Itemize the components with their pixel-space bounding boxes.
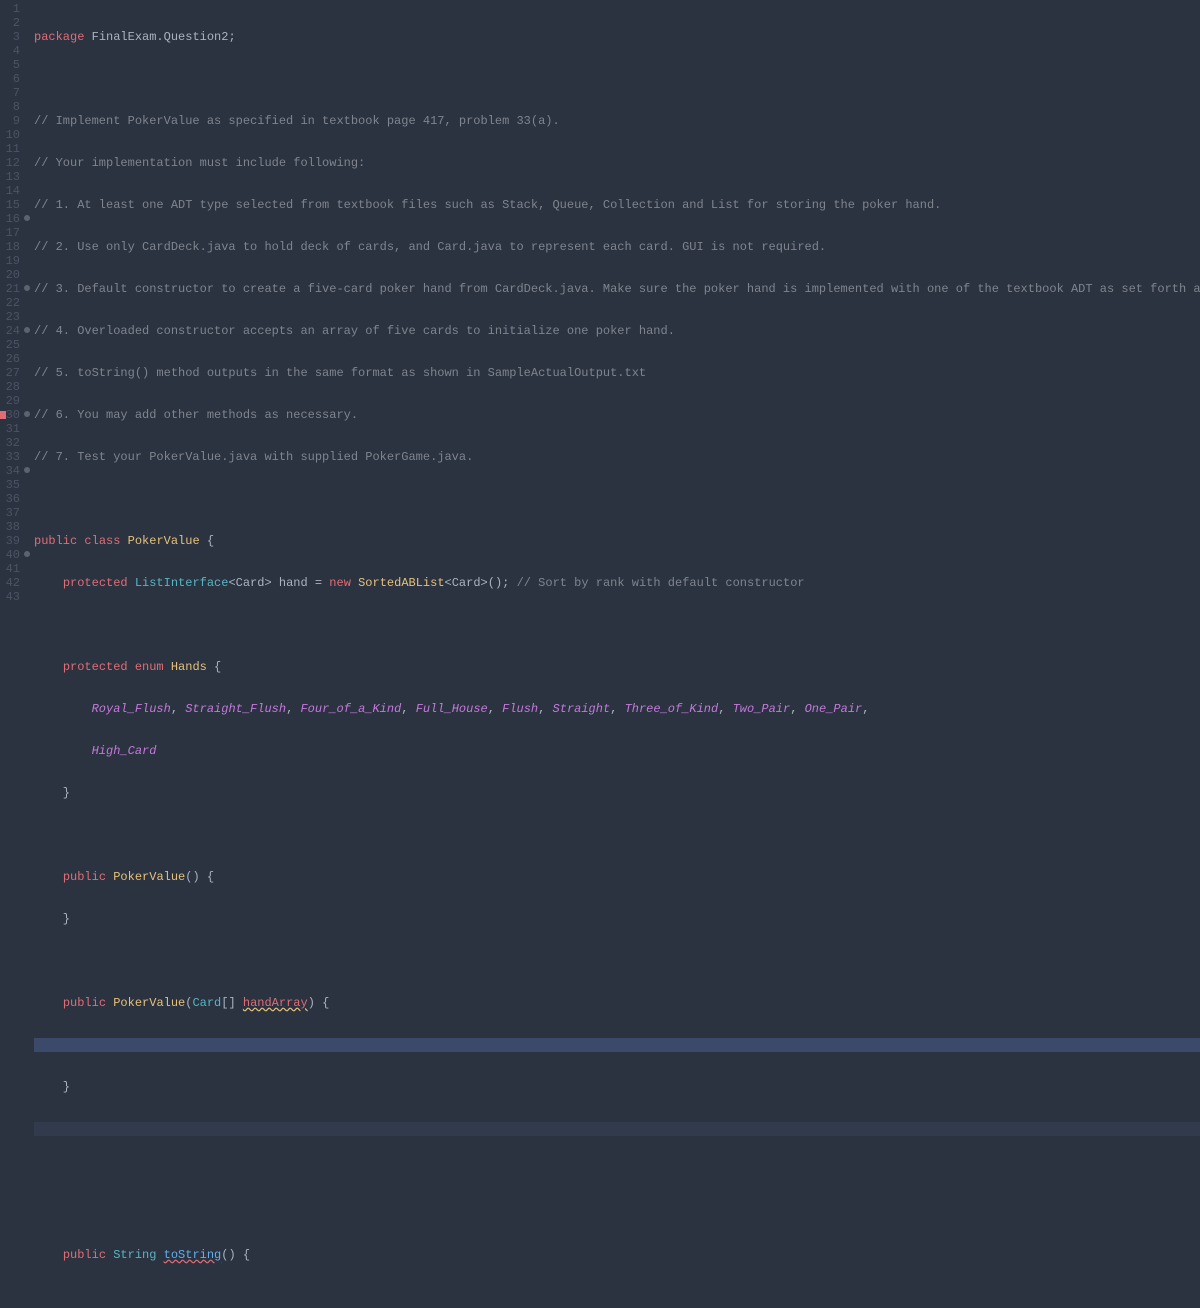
line-number: 37: [0, 506, 22, 520]
line-number: 6: [0, 72, 22, 86]
code-line[interactable]: public String toString() {: [34, 1248, 1200, 1262]
line-number: 41: [0, 562, 22, 576]
line-number: 17: [0, 226, 22, 240]
line-number: 16: [0, 212, 22, 226]
code-line[interactable]: Royal_Flush, Straight_Flush, Four_of_a_K…: [34, 702, 1200, 716]
code-line[interactable]: [34, 1122, 1200, 1136]
line-number: 25: [0, 338, 22, 352]
fold-marker-icon[interactable]: [24, 411, 30, 417]
line-number: 22: [0, 296, 22, 310]
code-line[interactable]: // 1. At least one ADT type selected fro…: [34, 198, 1200, 212]
line-number: 40: [0, 548, 22, 562]
line-number: 38: [0, 520, 22, 534]
fold-marker-icon[interactable]: [24, 327, 30, 333]
line-number: 13: [0, 170, 22, 184]
line-number: 36: [0, 492, 22, 506]
line-number: 30: [0, 408, 22, 422]
line-number: 34: [0, 464, 22, 478]
code-line[interactable]: package FinalExam.Question2;: [34, 30, 1200, 44]
code-line[interactable]: [34, 492, 1200, 506]
error-marker-icon[interactable]: [0, 411, 6, 419]
code-line[interactable]: [34, 1206, 1200, 1220]
code-line[interactable]: protected ListInterface<Card> hand = new…: [34, 576, 1200, 590]
line-number: 20: [0, 268, 22, 282]
code-area[interactable]: package FinalExam.Question2; // Implemen…: [26, 0, 1200, 654]
line-number: 27: [0, 366, 22, 380]
line-number: 32: [0, 436, 22, 450]
line-number: 3: [0, 30, 22, 44]
code-line[interactable]: // 2. Use only CardDeck.java to hold dec…: [34, 240, 1200, 254]
fold-marker-icon[interactable]: [24, 551, 30, 557]
code-line[interactable]: // 4. Overloaded constructor accepts an …: [34, 324, 1200, 338]
fold-marker-icon[interactable]: [24, 215, 30, 221]
code-line[interactable]: [34, 1290, 1200, 1304]
line-number: 23: [0, 310, 22, 324]
line-number: 2: [0, 16, 22, 30]
code-line[interactable]: [34, 828, 1200, 842]
code-line[interactable]: [34, 954, 1200, 968]
line-number: 28: [0, 380, 22, 394]
fold-marker-icon[interactable]: [24, 285, 30, 291]
line-number: 42: [0, 576, 22, 590]
line-number: 11: [0, 142, 22, 156]
code-line[interactable]: [34, 72, 1200, 86]
code-line[interactable]: public PokerValue(Card[] handArray) {: [34, 996, 1200, 1010]
line-number: 33: [0, 450, 22, 464]
line-number: 19: [0, 254, 22, 268]
line-number: 43: [0, 590, 22, 604]
line-number: 31: [0, 422, 22, 436]
line-number: 12: [0, 156, 22, 170]
code-line[interactable]: // Implement PokerValue as specified in …: [34, 114, 1200, 128]
line-number: 24: [0, 324, 22, 338]
line-number: 21: [0, 282, 22, 296]
line-number: 26: [0, 352, 22, 366]
code-line[interactable]: }: [34, 786, 1200, 800]
code-line-current[interactable]: [34, 1038, 1200, 1052]
line-number: 9: [0, 114, 22, 128]
code-line[interactable]: protected enum Hands {: [34, 660, 1200, 674]
line-number: 4: [0, 44, 22, 58]
line-number: 10: [0, 128, 22, 142]
line-number: 15: [0, 198, 22, 212]
line-number: 29: [0, 394, 22, 408]
line-number: 35: [0, 478, 22, 492]
code-line[interactable]: [34, 1164, 1200, 1178]
line-number: 8: [0, 100, 22, 114]
code-line[interactable]: }: [34, 912, 1200, 926]
fold-marker-icon[interactable]: [24, 467, 30, 473]
code-line[interactable]: // 7. Test your PokerValue.java with sup…: [34, 450, 1200, 464]
code-line[interactable]: High_Card: [34, 744, 1200, 758]
code-line[interactable]: // 3. Default constructor to create a fi…: [34, 282, 1200, 296]
code-editor[interactable]: 1 2 3 4 5 6 7 8 9 10 11 12 13 14 15 16 1…: [0, 0, 1200, 654]
code-line[interactable]: public PokerValue() {: [34, 870, 1200, 884]
line-number: 18: [0, 240, 22, 254]
code-line[interactable]: // 5. toString() method outputs in the s…: [34, 366, 1200, 380]
code-line[interactable]: // 6. You may add other methods as neces…: [34, 408, 1200, 422]
line-number: 14: [0, 184, 22, 198]
line-number: 39: [0, 534, 22, 548]
code-line[interactable]: }: [34, 1080, 1200, 1094]
code-line[interactable]: // Your implementation must include foll…: [34, 156, 1200, 170]
line-number: 1: [0, 2, 22, 16]
code-line[interactable]: public class PokerValue {: [34, 534, 1200, 548]
line-number-gutter: 1 2 3 4 5 6 7 8 9 10 11 12 13 14 15 16 1…: [0, 0, 26, 654]
line-number: 5: [0, 58, 22, 72]
line-number: 7: [0, 86, 22, 100]
code-line[interactable]: [34, 618, 1200, 632]
